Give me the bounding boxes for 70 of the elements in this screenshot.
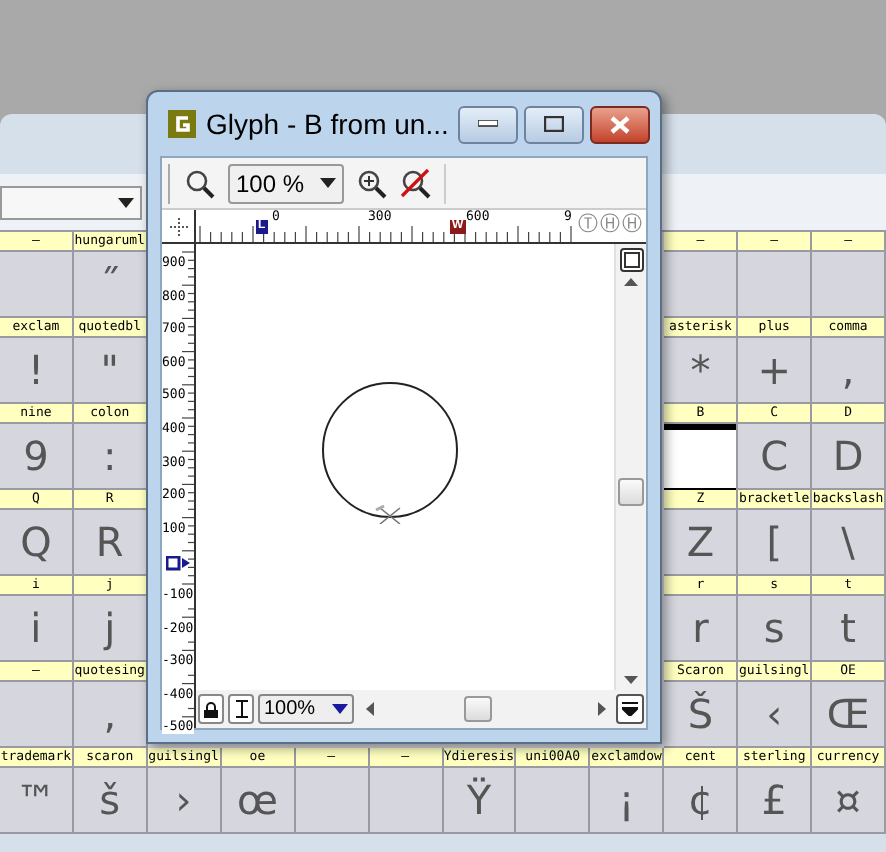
ruler-toggle[interactable]: Ⓣ xyxy=(578,214,598,236)
glyph-preview: œ xyxy=(236,774,278,828)
scroll-thumb[interactable] xyxy=(618,478,644,506)
zoom-off-icon[interactable] xyxy=(400,167,432,199)
glyph-preview: R xyxy=(95,516,124,570)
scroll-left-icon xyxy=(366,702,374,716)
minimize-icon xyxy=(478,120,499,128)
maximize-icon xyxy=(544,116,565,132)
glyph-preview: + xyxy=(757,344,791,398)
scroll-down-icon[interactable] xyxy=(624,676,638,684)
glyph-preview: : xyxy=(102,430,117,484)
glyph-preview: Œ xyxy=(826,688,870,742)
glyph-preview: \ xyxy=(841,516,855,570)
menu-icon xyxy=(622,702,638,716)
layer-toggle-icon[interactable] xyxy=(619,248,643,272)
text-cursor-icon xyxy=(235,700,247,718)
ruler-toggle[interactable]: Ⓗ xyxy=(622,214,642,236)
glyph-preview: Z xyxy=(686,516,715,570)
caret-icon xyxy=(332,704,348,714)
text-cursor-button[interactable] xyxy=(228,694,254,724)
glyph-preview: s xyxy=(763,602,785,656)
glyph-preview: £ xyxy=(761,774,787,828)
zoom-dropdown[interactable]: 100 % xyxy=(228,163,344,203)
glyph-preview: ! xyxy=(27,344,44,398)
glyph-cell[interactable] xyxy=(664,424,737,490)
glyph-preview: C xyxy=(760,430,789,484)
glyph-preview: j xyxy=(104,602,116,656)
glyph-preview: D xyxy=(832,430,864,484)
close-button[interactable] xyxy=(590,105,651,143)
scroll-right-icon xyxy=(598,702,606,716)
vertical-scrollbar[interactable] xyxy=(614,244,646,690)
glyph-preview: * xyxy=(690,344,711,398)
glyph-preview: ¢ xyxy=(687,774,714,828)
caret-icon xyxy=(320,178,336,188)
glyph-preview: › xyxy=(175,774,192,828)
glyph-preview: Q xyxy=(20,516,52,570)
ruler-toggle[interactable]: Ⓗ xyxy=(600,214,620,236)
minimize-button[interactable] xyxy=(458,105,519,143)
glyph-preview: , xyxy=(841,344,855,398)
lock-button[interactable] xyxy=(198,694,224,724)
glyph-preview: š xyxy=(99,774,121,828)
maximize-button[interactable] xyxy=(524,105,585,143)
glyph-preview: t xyxy=(840,602,856,656)
glyph-preview: ™ xyxy=(15,774,56,828)
menu-button[interactable] xyxy=(616,694,644,724)
glyph-preview: Ÿ xyxy=(466,774,492,828)
zoom-out-icon[interactable] xyxy=(184,167,216,199)
glyph-preview: ¤ xyxy=(835,774,861,828)
ruler-origin-icon xyxy=(169,217,187,235)
app-icon xyxy=(168,110,196,138)
glyph-preview: " xyxy=(100,344,119,398)
caret-icon xyxy=(118,197,134,207)
glyph-preview: ‹ xyxy=(766,688,783,742)
zoom-dropdown[interactable]: 100% xyxy=(258,694,354,724)
glyph-preview: 9 xyxy=(23,430,49,484)
zoom-in-icon[interactable] xyxy=(356,167,388,199)
glyph-preview: i xyxy=(30,602,42,656)
scroll-up-icon[interactable] xyxy=(624,278,638,286)
close-icon xyxy=(610,115,631,133)
glyph-preview: r xyxy=(692,602,709,656)
scroll-thumb[interactable] xyxy=(464,696,492,722)
glyph-preview: Š xyxy=(687,688,714,742)
glyph-preview: ˝ xyxy=(99,258,120,312)
glyph-preview: , xyxy=(103,688,117,742)
glyph-preview: ¡ xyxy=(618,774,635,828)
encoding-dropdown[interactable] xyxy=(0,185,142,219)
window-title: Glyph - B from un... xyxy=(206,105,449,144)
lock-icon xyxy=(204,701,218,717)
glyph-preview: [ xyxy=(766,516,783,570)
glyph-outline-drawing xyxy=(320,380,464,524)
